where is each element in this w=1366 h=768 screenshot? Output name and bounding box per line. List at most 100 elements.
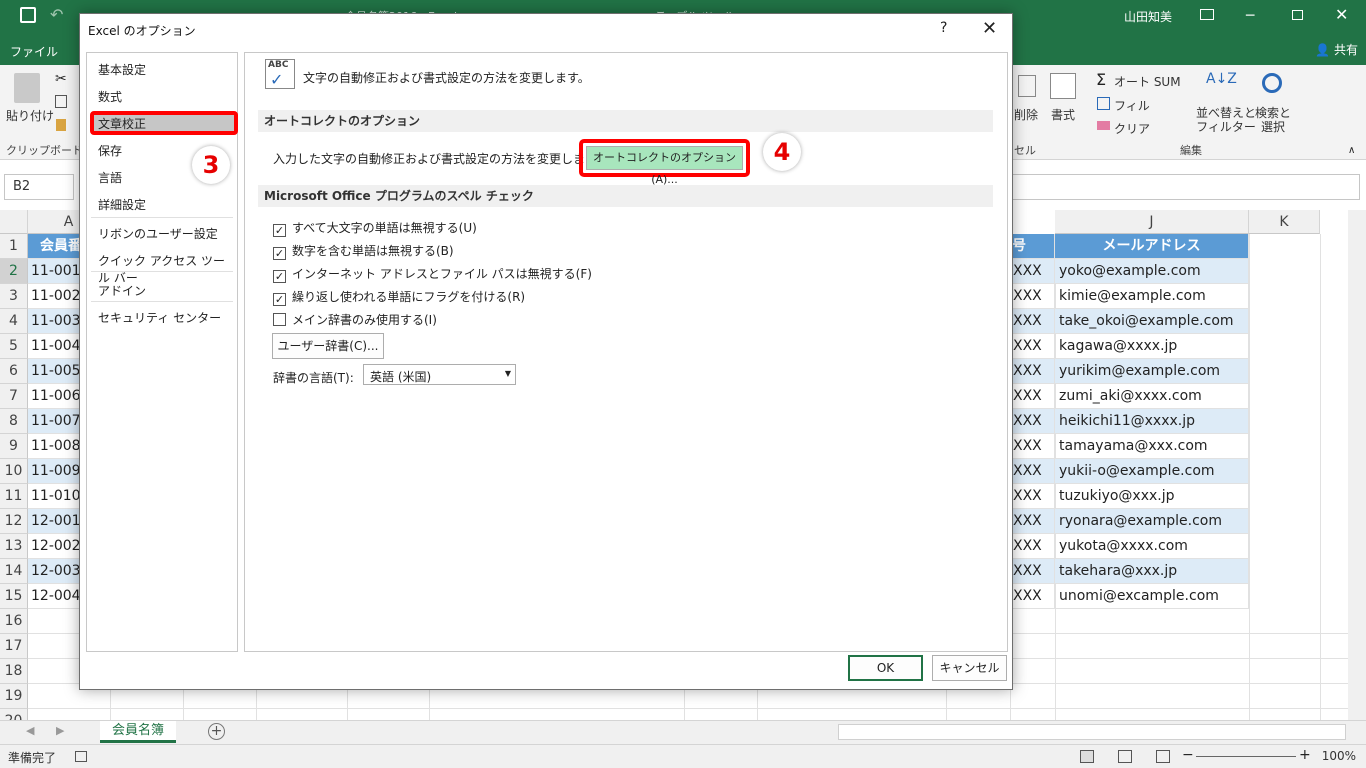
collapse-ribbon-icon[interactable]: ∧ xyxy=(1348,145,1355,156)
phone-cell[interactable]: XXX xyxy=(1010,259,1055,284)
checked-box-icon[interactable]: ✓ xyxy=(273,293,286,306)
checked-box-icon[interactable]: ✓ xyxy=(273,247,286,260)
dialog-close-button[interactable]: ✕ xyxy=(982,18,997,39)
email-cell[interactable]: kagawa@xxxx.jp xyxy=(1055,334,1249,359)
row-header[interactable]: 7 xyxy=(0,384,28,409)
horizontal-scrollbar[interactable] xyxy=(838,724,1346,740)
delete-button[interactable]: 削除 xyxy=(1014,106,1038,123)
phone-cell[interactable]: XXX xyxy=(1010,384,1055,409)
fill-button[interactable]: フィル xyxy=(1114,97,1150,114)
phone-cell[interactable]: XXX xyxy=(1010,559,1055,584)
phone-cell[interactable]: XXX xyxy=(1010,509,1055,534)
row-header[interactable]: 13 xyxy=(0,534,28,559)
paste-button[interactable]: 貼り付け xyxy=(6,107,54,124)
row-header[interactable]: 9 xyxy=(0,434,28,459)
category-item-9[interactable]: セキュリティ センター xyxy=(98,309,221,326)
user-dictionary-button[interactable]: ユーザー辞書(C)... xyxy=(272,333,384,359)
unchecked-box-icon[interactable] xyxy=(273,313,286,326)
email-cell[interactable]: kimie@example.com xyxy=(1055,284,1249,309)
spell-option-checkbox[interactable]: ✓ すべて大文字の単語は無視する(U) xyxy=(273,220,477,237)
email-cell[interactable]: zumi_aki@xxxx.com xyxy=(1055,384,1249,409)
category-item-2[interactable]: 文章校正 xyxy=(98,115,146,132)
help-button[interactable]: ? xyxy=(940,20,947,36)
window-close-icon[interactable]: ✕ xyxy=(1335,5,1348,24)
email-cell[interactable]: yoko@example.com xyxy=(1055,259,1249,284)
undo-icon[interactable]: ↶ xyxy=(50,5,63,24)
autosum-button[interactable]: オート SUM xyxy=(1114,73,1181,90)
email-cell[interactable]: take_okoi@example.com xyxy=(1055,309,1249,334)
phone-cell[interactable]: XXX xyxy=(1010,309,1055,334)
email-cell[interactable]: ryonara@example.com xyxy=(1055,509,1249,534)
category-item-5[interactable]: 詳細設定 xyxy=(98,196,146,213)
macro-record-icon[interactable] xyxy=(75,751,87,762)
prev-sheet-icon[interactable]: ◀ xyxy=(26,724,34,737)
row-header[interactable]: 14 xyxy=(0,559,28,584)
phone-cell[interactable]: XXX xyxy=(1010,359,1055,384)
row-header[interactable]: 3 xyxy=(0,284,28,309)
find-select-button[interactable]: 検索と 選択 xyxy=(1255,106,1291,134)
category-item-8[interactable]: アドイン xyxy=(98,282,146,299)
ribbon-display-icon[interactable] xyxy=(1200,9,1214,20)
delete-icon[interactable] xyxy=(1018,75,1036,97)
column-header-j[interactable]: J xyxy=(1055,210,1249,234)
row-header[interactable]: 19 xyxy=(0,684,28,709)
row-header[interactable]: 1 xyxy=(0,234,28,259)
spell-option-checkbox[interactable]: ✓ インターネット アドレスとファイル パスは無視する(F) xyxy=(273,266,592,283)
sheet-tab[interactable]: 会員名簿 xyxy=(100,721,176,743)
row-header[interactable]: 11 xyxy=(0,484,28,509)
category-item-4[interactable]: 言語 xyxy=(98,169,122,186)
row-header[interactable]: 17 xyxy=(0,634,28,659)
next-sheet-icon[interactable]: ▶ xyxy=(56,724,64,737)
row-header[interactable]: 16 xyxy=(0,609,28,634)
spell-option-checkbox[interactable]: ✓ 繰り返し使われる単語にフラグを付ける(R) xyxy=(273,289,525,306)
header-email[interactable]: メールアドレス xyxy=(1055,234,1249,259)
header-phone[interactable]: 号 xyxy=(1010,234,1055,259)
zoom-level[interactable]: 100% xyxy=(1322,749,1356,763)
checked-box-icon[interactable]: ✓ xyxy=(273,224,286,237)
phone-cell[interactable]: XXX xyxy=(1010,534,1055,559)
phone-cell[interactable]: XXX xyxy=(1010,334,1055,359)
category-item-1[interactable]: 数式 xyxy=(98,88,122,105)
row-header[interactable]: 12 xyxy=(0,509,28,534)
maximize-icon[interactable] xyxy=(1292,10,1303,20)
email-cell[interactable]: tuzukiyo@xxx.jp xyxy=(1055,484,1249,509)
phone-cell[interactable]: XXX xyxy=(1010,284,1055,309)
category-item-6[interactable]: リボンのユーザー設定 xyxy=(98,225,218,242)
ok-button[interactable]: OK xyxy=(848,655,923,681)
clear-button[interactable]: クリア xyxy=(1114,120,1150,137)
share-button[interactable]: 👤 共有 xyxy=(1315,41,1358,58)
page-layout-icon[interactable] xyxy=(1118,750,1132,763)
row-header[interactable]: 6 xyxy=(0,359,28,384)
row-header[interactable]: 2 xyxy=(0,259,28,284)
phone-cell[interactable]: XXX xyxy=(1010,409,1055,434)
phone-cell[interactable]: XXX xyxy=(1010,484,1055,509)
copy-icon[interactable] xyxy=(55,95,67,108)
save-icon[interactable] xyxy=(20,7,36,23)
row-header[interactable]: 8 xyxy=(0,409,28,434)
zoom-in-icon[interactable]: + xyxy=(1299,747,1311,763)
email-cell[interactable]: heikichi11@xxxx.jp xyxy=(1055,409,1249,434)
dictionary-language-select[interactable]: 英語 (米国) ▼ xyxy=(363,364,516,385)
sort-filter-button[interactable]: 並べ替えと フィルター xyxy=(1196,106,1256,134)
tab-file[interactable]: ファイル xyxy=(10,43,58,60)
row-header[interactable]: 10 xyxy=(0,459,28,484)
format-button[interactable]: 書式 xyxy=(1051,106,1075,123)
spell-option-checkbox[interactable]: メイン辞書のみ使用する(I) xyxy=(273,312,437,328)
column-header-k[interactable]: K xyxy=(1249,210,1320,234)
name-box[interactable]: B2 xyxy=(4,174,74,200)
email-cell[interactable]: tamayama@xxx.com xyxy=(1055,434,1249,459)
formula-input[interactable] xyxy=(1010,174,1360,200)
category-item-3[interactable]: 保存 xyxy=(98,142,122,159)
autocorrect-options-button[interactable]: オートコレクトのオプション(A)... xyxy=(586,146,743,186)
minimize-icon[interactable]: ─ xyxy=(1246,8,1254,24)
format-painter-icon[interactable] xyxy=(56,119,66,131)
checked-box-icon[interactable]: ✓ xyxy=(273,270,286,283)
spell-option-checkbox[interactable]: ✓ 数字を含む単語は無視する(B) xyxy=(273,243,454,260)
email-cell[interactable]: takehara@xxx.jp xyxy=(1055,559,1249,584)
email-cell[interactable]: yukii-o@example.com xyxy=(1055,459,1249,484)
normal-view-icon[interactable] xyxy=(1080,750,1094,763)
cancel-button[interactable]: キャンセル xyxy=(932,655,1007,681)
zoom-out-icon[interactable]: − xyxy=(1182,747,1194,763)
add-sheet-icon[interactable]: + xyxy=(208,723,225,740)
user-name[interactable]: 山田知美 xyxy=(1124,8,1172,25)
